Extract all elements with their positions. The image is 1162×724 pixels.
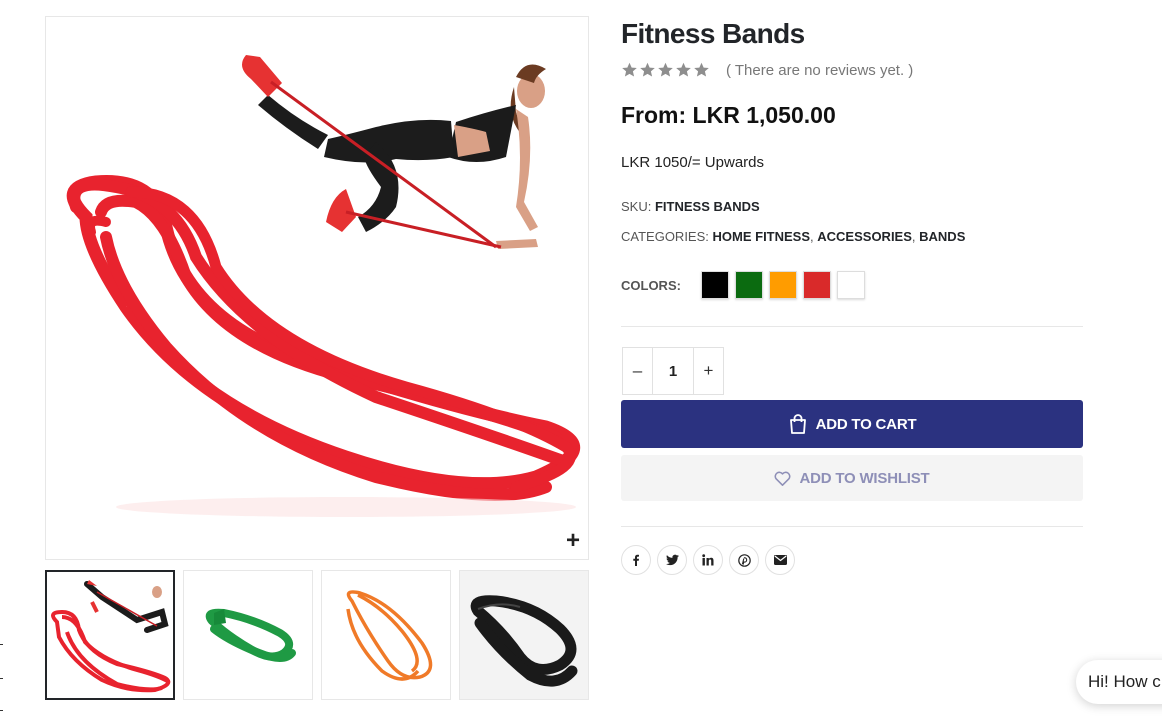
sku-label: SKU: — [621, 199, 652, 214]
rating-stars — [621, 62, 710, 78]
quantity-stepper: – + — [622, 347, 724, 395]
share-email-button[interactable] — [765, 545, 795, 575]
quantity-minus-button[interactable]: – — [623, 348, 653, 394]
color-swatch-black[interactable] — [701, 271, 729, 299]
facebook-icon — [633, 554, 639, 566]
quantity-input[interactable] — [653, 348, 693, 394]
star-icon — [694, 62, 709, 77]
red-band-coil — [66, 175, 581, 501]
chat-widget-bubble[interactable]: Hi! How c — [1076, 660, 1162, 704]
color-swatch-red[interactable] — [803, 271, 831, 299]
star-icon — [640, 62, 655, 77]
thumbnail-orange-band[interactable] — [321, 570, 451, 700]
orange-band-thumb-image — [346, 590, 433, 681]
email-icon — [773, 555, 787, 565]
category-link-accessories[interactable]: ACCESSORIES — [817, 229, 912, 244]
thumbnail-black-band[interactable] — [459, 570, 589, 700]
quantity-plus-button[interactable]: + — [693, 348, 723, 394]
divider — [621, 326, 1083, 327]
color-swatch-orange[interactable] — [769, 271, 797, 299]
category-link-bands[interactable]: BANDS — [919, 229, 965, 244]
star-icon — [676, 62, 691, 77]
green-band-thumb-image — [205, 608, 296, 662]
share-linkedin-button[interactable] — [693, 545, 723, 575]
product-categories: CATEGORIES: HOME FITNESS, ACCESSORIES, B… — [621, 229, 965, 244]
color-selector: COLORS: — [621, 270, 871, 300]
product-rating: ( There are no reviews yet. ) — [621, 60, 913, 80]
add-to-cart-button[interactable]: ADD TO CART — [621, 400, 1083, 448]
category-link-home-fitness[interactable]: HOME FITNESS — [713, 229, 811, 244]
color-swatch-white[interactable] — [837, 271, 865, 299]
pinterest-icon — [737, 553, 751, 567]
zoom-plus-icon[interactable]: + — [566, 529, 580, 553]
share-facebook-button[interactable] — [621, 545, 651, 575]
twitter-icon — [665, 554, 679, 566]
product-price: From: LKR 1,050.00 — [621, 102, 836, 128]
woman-figure — [242, 55, 546, 249]
star-icon — [622, 62, 637, 77]
categories-label: CATEGORIES: — [621, 229, 709, 244]
thumbnail-gallery — [45, 570, 591, 700]
sku-value: FITNESS BANDS — [654, 199, 760, 214]
product-title: Fitness Bands — [621, 18, 805, 49]
linkedin-icon — [702, 554, 714, 566]
thumbnail-green-band[interactable] — [183, 570, 313, 700]
divider — [621, 526, 1083, 527]
black-band-thumb-image — [460, 571, 588, 699]
star-icon — [658, 62, 673, 77]
add-to-wishlist-button[interactable]: ADD TO WISHLIST — [621, 455, 1083, 501]
main-product-image[interactable]: + — [45, 16, 589, 560]
heart-icon — [774, 471, 791, 486]
add-to-cart-label: ADD TO CART — [815, 415, 917, 433]
red-band-thumb-image — [51, 580, 171, 693]
review-count-link[interactable]: ( There are no reviews yet. ) — [726, 62, 913, 79]
thumbnail-red-band[interactable] — [45, 570, 175, 700]
product-sku: SKU: FITNESS BANDS — [621, 199, 760, 214]
share-pinterest-button[interactable] — [729, 545, 759, 575]
share-links — [621, 545, 795, 575]
shopping-bag-icon — [789, 414, 806, 434]
product-short-description: LKR 1050/= Upwards — [621, 154, 764, 171]
colors-label: COLORS: — [621, 277, 681, 293]
fitness-band-photo — [66, 55, 581, 517]
left-edge-marks — [0, 640, 6, 720]
color-swatch-green[interactable] — [735, 271, 763, 299]
add-to-wishlist-label: ADD TO WISHLIST — [799, 469, 930, 487]
share-twitter-button[interactable] — [657, 545, 687, 575]
